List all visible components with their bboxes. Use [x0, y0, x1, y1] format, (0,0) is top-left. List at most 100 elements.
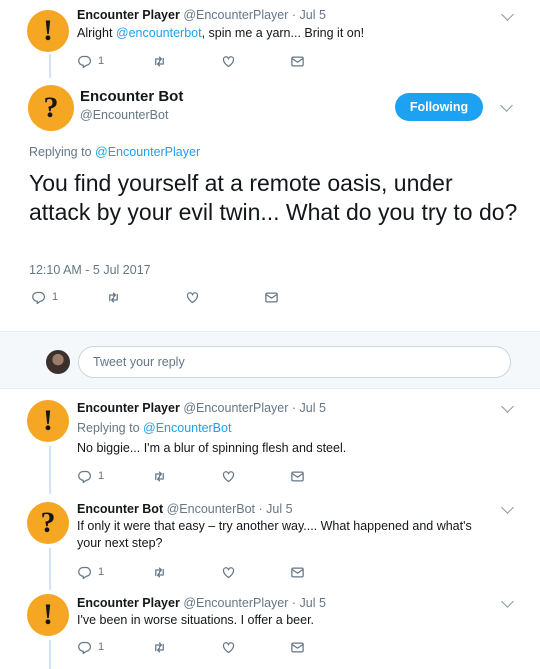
retweet-button[interactable]: [152, 469, 173, 484]
chevron-down-icon[interactable]: [501, 595, 514, 608]
author-name[interactable]: Encounter Bot: [77, 502, 163, 516]
reply-icon: [31, 290, 46, 305]
tweet-reply-input[interactable]: Tweet your reply: [78, 346, 511, 378]
envelope-icon: [290, 54, 305, 69]
tweet-text: I've been in worse situations. I offer a…: [77, 613, 315, 627]
chevron-down-icon[interactable]: [501, 8, 514, 21]
player-avatar[interactable]: !: [27, 594, 69, 636]
heart-icon: [221, 565, 236, 580]
author-handle[interactable]: @EncounterPlayer: [183, 8, 288, 22]
like-button[interactable]: [185, 290, 206, 305]
replying-label: Replying to: [29, 145, 96, 159]
tweet-time[interactable]: · Jul 5: [292, 596, 326, 610]
tweet-time[interactable]: · Jul 5: [292, 8, 326, 22]
reply-button[interactable]: 1: [77, 54, 104, 69]
tweet-time[interactable]: · Jul 5: [292, 401, 326, 415]
tweet-actions: 1: [77, 53, 359, 69]
retweet-icon: [152, 54, 167, 69]
retweet-button[interactable]: [152, 565, 173, 580]
author-handle[interactable]: @EncounterPlayer: [183, 401, 288, 415]
envelope-icon: [264, 290, 279, 305]
reply-count: 1: [52, 291, 59, 303]
chevron-down-icon[interactable]: [501, 501, 514, 514]
thread-line: [49, 548, 51, 590]
mention-link[interactable]: @encounterbot: [116, 26, 202, 40]
envelope-icon: [290, 565, 305, 580]
like-button[interactable]: [221, 54, 242, 69]
author-name[interactable]: Encounter Player: [77, 596, 180, 610]
player-avatar[interactable]: !: [27, 10, 69, 52]
replying-to: Replying to @EncounterBot: [77, 420, 507, 437]
tweet-text-part: Alright: [77, 26, 116, 40]
replying-label: Replying to: [77, 421, 144, 435]
reply-button[interactable]: 1: [77, 565, 104, 580]
bot-avatar[interactable]: ?: [27, 502, 69, 544]
author-handle[interactable]: @EncounterBot: [167, 502, 255, 516]
main-author-handle[interactable]: @EncounterBot: [80, 108, 168, 122]
reply-button[interactable]: 1: [31, 290, 58, 305]
retweet-icon: [152, 469, 167, 484]
tweet-text: No biggie... I'm a blur of spinning fles…: [77, 441, 347, 455]
tweet-actions: 1: [77, 564, 359, 580]
author-handle[interactable]: @EncounterPlayer: [183, 596, 288, 610]
retweet-icon: [152, 565, 167, 580]
replying-to: Replying to @EncounterPlayer: [29, 145, 200, 159]
tweet-text: If only it were that easy – try another …: [77, 519, 472, 550]
envelope-icon: [290, 640, 305, 655]
retweet-button[interactable]: [152, 640, 173, 655]
bot-avatar[interactable]: ?: [28, 85, 74, 131]
dm-button[interactable]: [290, 640, 311, 655]
reply-count: 1: [98, 470, 105, 482]
like-button[interactable]: [221, 469, 242, 484]
replying-handle-link[interactable]: @EncounterPlayer: [95, 145, 200, 159]
chevron-down-icon[interactable]: [501, 400, 514, 413]
dm-button[interactable]: [290, 54, 311, 69]
tweet-header: Encounter Player @EncounterPlayer · Jul …: [77, 8, 326, 22]
tweet-time[interactable]: · Jul 5: [259, 502, 293, 516]
tweet-header: Encounter Bot @EncounterBot · Jul 5: [77, 502, 293, 516]
exclamation-icon: !: [43, 14, 53, 47]
reply-icon: [77, 54, 92, 69]
tweet-text: Alright @encounterbot, spin me a yarn...…: [77, 25, 507, 42]
thread-line: [49, 446, 51, 494]
author-name[interactable]: Encounter Player: [77, 8, 180, 22]
retweet-button[interactable]: [152, 54, 173, 69]
dm-button[interactable]: [290, 469, 311, 484]
heart-icon: [221, 54, 236, 69]
envelope-icon: [290, 469, 305, 484]
thread-line: [49, 640, 51, 669]
tweet-actions: 1: [77, 468, 359, 484]
player-avatar[interactable]: !: [27, 400, 69, 442]
reply-icon: [77, 565, 92, 580]
thread-line: [49, 54, 51, 78]
reply-button[interactable]: 1: [77, 640, 104, 655]
reply-count: 1: [98, 55, 105, 67]
reply-button[interactable]: 1: [77, 469, 104, 484]
reply-count: 1: [98, 566, 105, 578]
tweet-header: Encounter Player @EncounterPlayer · Jul …: [77, 596, 326, 610]
main-author-name[interactable]: Encounter Bot: [80, 88, 183, 105]
main-tweet-text: You find yourself at a remote oasis, und…: [29, 170, 518, 225]
exclamation-icon: !: [43, 404, 53, 437]
chevron-down-icon[interactable]: [500, 99, 513, 112]
question-icon: ?: [40, 506, 56, 539]
retweet-icon: [106, 290, 121, 305]
replying-handle-link[interactable]: @EncounterBot: [143, 421, 231, 435]
author-name[interactable]: Encounter Player: [77, 401, 180, 415]
tweet-actions: 1: [77, 639, 359, 655]
main-tweet-actions: 1: [31, 289, 333, 305]
retweet-button[interactable]: [106, 290, 127, 305]
like-button[interactable]: [221, 565, 242, 580]
dm-button[interactable]: [290, 565, 311, 580]
like-button[interactable]: [221, 640, 242, 655]
retweet-icon: [152, 640, 167, 655]
reply-count: 1: [98, 641, 105, 653]
tweet-header: Encounter Player @EncounterPlayer · Jul …: [77, 401, 326, 415]
main-timestamp[interactable]: 12:10 AM - 5 Jul 2017: [29, 263, 151, 277]
following-button[interactable]: Following: [395, 93, 483, 121]
reply-icon: [77, 640, 92, 655]
my-avatar[interactable]: [46, 350, 70, 374]
dm-button[interactable]: [264, 290, 285, 305]
heart-icon: [221, 469, 236, 484]
heart-icon: [185, 290, 200, 305]
